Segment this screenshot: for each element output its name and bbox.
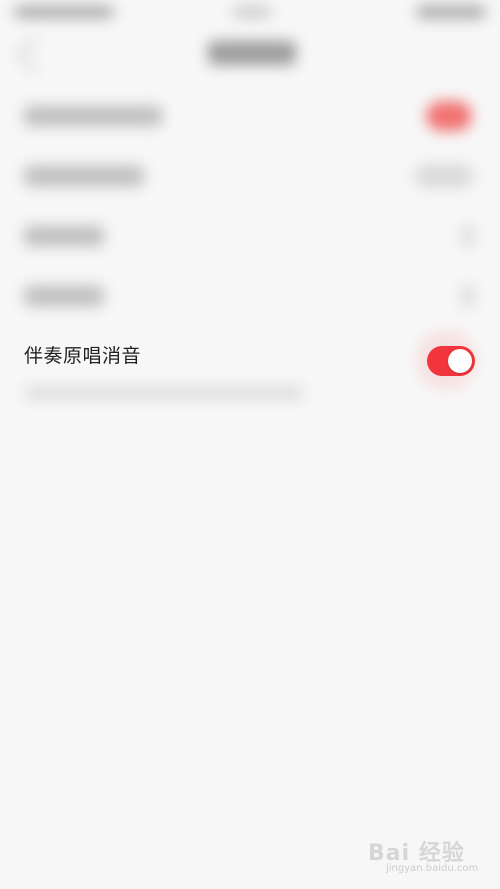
status-bar — [0, 0, 500, 26]
blurred-row-label — [24, 226, 104, 246]
setting-label: 伴奏原唱消音 — [24, 345, 142, 367]
settings-screen: 伴奏原唱消音 Bai 经验 jingyan.baidu.com — [0, 0, 500, 889]
watermark-url: jingyan.baidu.com — [386, 863, 479, 874]
status-time — [232, 6, 272, 18]
blurred-row-label — [24, 286, 104, 306]
toggle-knob — [448, 349, 472, 373]
chevron-right-icon — [462, 224, 474, 248]
status-carrier — [14, 6, 114, 18]
blurred-setting-row[interactable] — [0, 206, 500, 266]
nav-bar — [0, 26, 500, 80]
blurred-background — [0, 0, 500, 460]
nav-title — [208, 41, 296, 65]
chevron-right-icon — [462, 284, 474, 308]
blurred-row-label — [24, 166, 144, 186]
blurred-setting-row[interactable] — [0, 86, 500, 146]
blurred-row-value — [414, 164, 474, 188]
back-icon[interactable] — [16, 36, 53, 73]
blurred-setting-row[interactable] — [0, 146, 500, 206]
blurred-row-description — [24, 387, 304, 399]
blurred-row-label — [24, 106, 162, 126]
accompaniment-vocal-mute-toggle[interactable] — [427, 346, 475, 376]
status-battery — [416, 5, 486, 19]
setting-row-accompaniment-vocal-mute[interactable]: 伴奏原唱消音 — [0, 332, 500, 382]
blurred-toggle[interactable] — [426, 101, 472, 131]
watermark: Bai 经验 jingyan.baidu.com — [368, 835, 488, 879]
blurred-setting-row[interactable] — [0, 266, 500, 326]
